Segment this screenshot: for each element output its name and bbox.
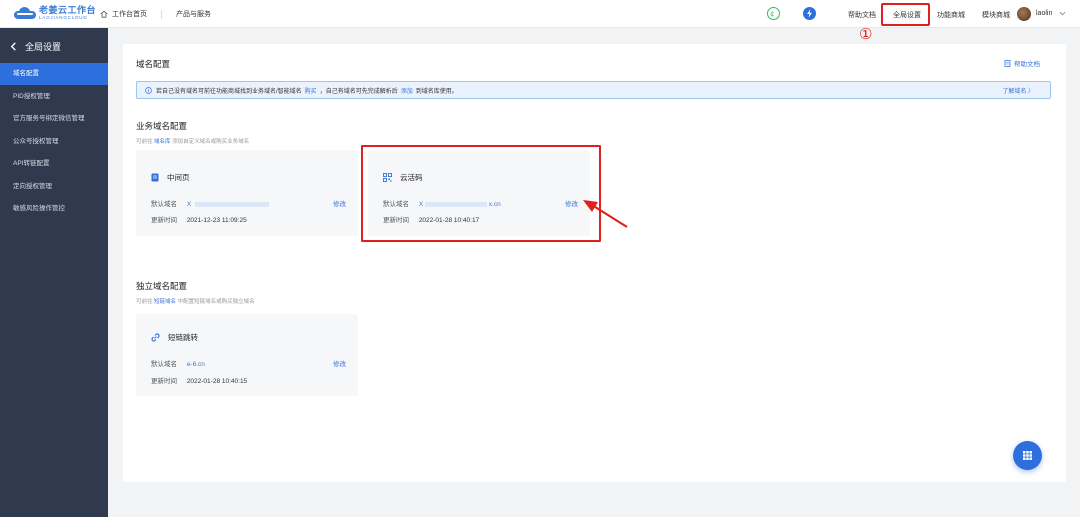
sidebar-item-directed-auth[interactable]: 定向授权管理: [0, 176, 108, 198]
short-link-default-domain: 默认域名 e-6.cn: [151, 358, 205, 368]
updated-time-value: 2021-12-23 11:09:25: [186, 217, 247, 224]
nav-divider: [161, 9, 162, 19]
user-avatar[interactable]: [1017, 7, 1031, 21]
card-short-link: 短链跳转 默认域名 e-6.cn 修改 更新时间 2022-01-28 10:4…: [136, 314, 358, 396]
notice-add-link[interactable]: 添加: [401, 86, 413, 95]
card-landing-title: 中间页: [167, 173, 190, 182]
default-domain-label: 默认域名: [151, 201, 177, 208]
sidebar-header[interactable]: 全局设置: [10, 40, 61, 53]
link-icon: [151, 333, 160, 342]
default-domain-label: 默认域名: [151, 361, 177, 368]
sidebar-title: 全局设置: [25, 42, 62, 52]
chevron-left-icon[interactable]: [10, 42, 17, 51]
card-landing-page: 中间页 默认域名 X 修改 更新时间 2021-12-23 11:09:25: [136, 150, 358, 236]
notice-buy-link[interactable]: 购买: [305, 86, 317, 95]
business-domain-subtitle: 可前往 域名库 添加自定义域名或购买业务域名: [136, 137, 249, 145]
card-short-link-title: 短链跳转: [168, 333, 198, 342]
notice-text-3: 到域名库使用。: [415, 88, 458, 95]
home-icon: [100, 10, 108, 18]
notice-text-1: 若自己没有域名可前往功能商城找到业务域名/智能域名: [156, 88, 302, 95]
top-bar: 老姜云工作台 LAOJIANGCLOUD 工作台首页 产品与服务 ¢ 帮助文档 …: [0, 0, 1080, 28]
short-link-edit-link[interactable]: 修改: [333, 358, 346, 368]
chevron-down-icon[interactable]: [1059, 11, 1066, 16]
highlight-box-live-code: [361, 145, 601, 242]
sidebar-item-risk-control[interactable]: 敏感风险操作管控: [0, 198, 108, 220]
info-icon: [145, 86, 152, 94]
business-sub-post: 添加自定义域名或购买业务域名: [172, 139, 250, 145]
landing-default-domain: 默认域名 X: [151, 198, 269, 208]
help-docs-link[interactable]: 帮助文档: [848, 10, 876, 20]
business-domain-title: 业务域名配置: [136, 121, 188, 131]
updated-time-value: 2022-01-28 10:40:15: [186, 378, 248, 385]
document-icon: [1004, 59, 1011, 67]
updated-time-label: 更新时间: [151, 378, 177, 385]
card-short-link-title-row: 短链跳转: [151, 332, 198, 343]
notice-banner: 若自己没有域名可前往功能商城找到业务域名/智能域名 购买 ，自己有域名可先完成解…: [136, 81, 1051, 99]
help-doc-label: 帮助文档: [1014, 61, 1040, 68]
highlight-box-global-settings: [881, 3, 930, 26]
main-panel: 域名配置 帮助文档 若自己没有域名可前往功能商城找到业务域名/智能域名 购买 ，…: [123, 44, 1066, 482]
sidebar-item-pid-auth[interactable]: PID授权管理: [0, 86, 108, 108]
sidebar-item-api-link-config[interactable]: API转链配置: [0, 153, 108, 175]
brand-subtitle: LAOJIANGCLOUD: [39, 15, 88, 20]
nav-products-link[interactable]: 产品与服务: [176, 9, 211, 19]
nav-home-link[interactable]: 工作台首页: [112, 9, 147, 19]
cloud-logo-icon: [14, 6, 36, 20]
sidebar-item-domain-config[interactable]: 域名配置: [0, 63, 108, 85]
landing-edit-link[interactable]: 修改: [333, 198, 346, 208]
coupon-icon[interactable]: ¢: [767, 7, 780, 20]
lightning-icon[interactable]: [803, 7, 816, 20]
notice-text-2: ，自己有域名可先完成解析后: [319, 88, 398, 95]
page-icon: [151, 173, 159, 182]
standalone-domain-title: 独立域名配置: [136, 281, 188, 291]
page-title: 域名配置: [136, 59, 171, 69]
user-name[interactable]: laolin: [1036, 10, 1052, 17]
sidebar-item-official-account-auth[interactable]: 公众号授权管理: [0, 131, 108, 153]
sidebar: 全局设置 域名配置 PID授权管理 官方服务号绑定微信管理 公众号授权管理 AP…: [0, 28, 108, 517]
top-nav: 工作台首页 产品与服务: [100, 9, 211, 19]
blurred-domain: [194, 201, 269, 207]
standalone-domain-subtitle: 可前往 短链域名 中配置短链域名或购买独立域名: [136, 297, 255, 305]
sidebar-item-wechat-binding[interactable]: 官方服务号绑定微信管理: [0, 108, 108, 130]
brand-name: 老姜云工作台: [39, 5, 97, 15]
annotation-marker-1: ①: [859, 25, 873, 43]
business-sub-pre: 可前往: [136, 139, 153, 145]
grid-menu-button[interactable]: [1013, 441, 1042, 470]
short-link-updated-time: 更新时间 2022-01-28 10:40:15: [151, 375, 247, 385]
grid-icon: [1023, 451, 1032, 460]
card-landing-title-row: 中间页: [151, 172, 190, 183]
svg-text:¢: ¢: [770, 10, 774, 18]
help-doc-link[interactable]: 帮助文档: [1004, 58, 1040, 68]
standalone-sub-post: 中配置短链域名或购买独立域名: [177, 299, 255, 305]
standalone-sub-pre: 可前往: [136, 299, 153, 305]
feature-store-link[interactable]: 功能商城: [937, 10, 965, 20]
brand-logo[interactable]: 老姜云工作台 LAOJIANGCLOUD: [14, 5, 96, 21]
landing-updated-time: 更新时间 2021-12-23 11:09:25: [151, 214, 247, 224]
learn-domain-link[interactable]: 了解域名 〉: [1002, 86, 1034, 95]
module-store-link[interactable]: 模块商城: [982, 10, 1010, 20]
default-domain-value[interactable]: e-6.cn: [187, 361, 205, 368]
short-link-domain-link[interactable]: 短链域名: [154, 299, 176, 305]
default-domain-value[interactable]: X: [187, 201, 191, 208]
domain-library-link[interactable]: 域名库: [154, 139, 171, 145]
updated-time-label: 更新时间: [151, 217, 177, 224]
